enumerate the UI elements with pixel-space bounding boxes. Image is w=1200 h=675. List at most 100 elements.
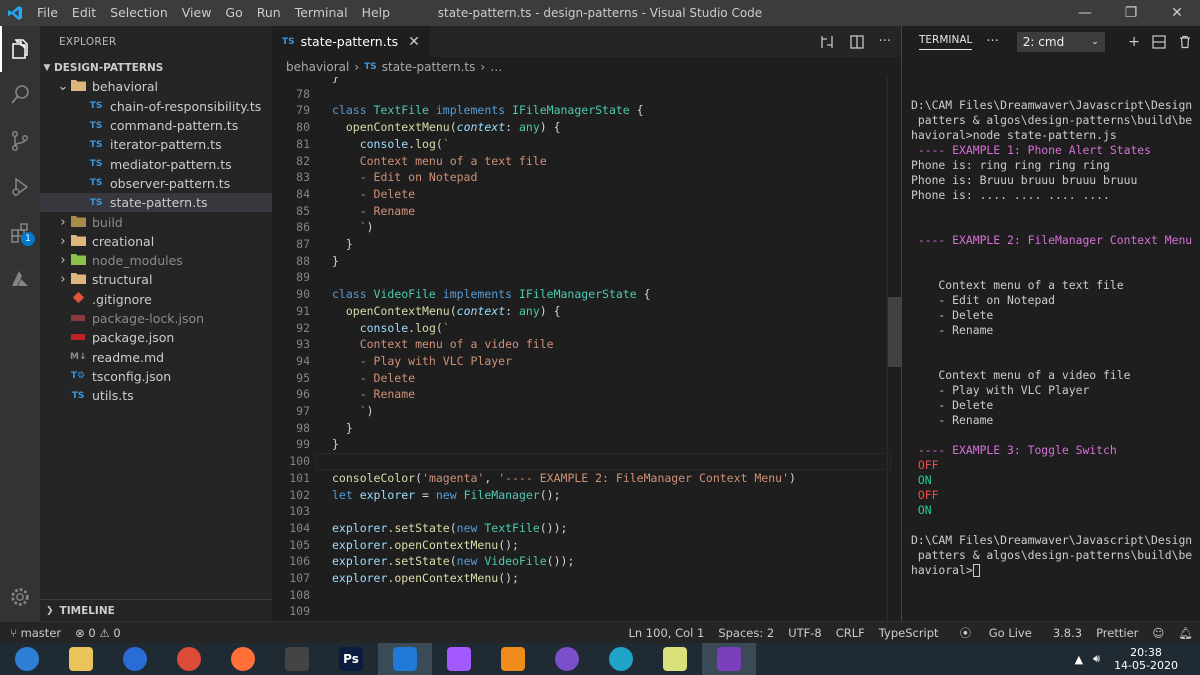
more-panels-icon[interactable]: ··· — [986, 34, 998, 49]
tab-state-pattern[interactable]: TS state-pattern.ts ✕ — [272, 26, 430, 57]
trash-icon[interactable] — [1178, 35, 1192, 49]
taskbar-tor-browser[interactable] — [540, 643, 594, 675]
indentation[interactable]: Spaces: 2 — [711, 626, 781, 640]
taskbar-sublime[interactable] — [486, 643, 540, 675]
close-tab-icon[interactable]: ✕ — [408, 34, 420, 50]
tree-item-label: iterator-pattern.ts — [110, 137, 222, 153]
tree-item[interactable]: TS iterator-pattern.ts — [40, 135, 272, 154]
split-terminal-icon[interactable] — [1152, 34, 1166, 49]
taskbar-figma[interactable] — [432, 643, 486, 675]
menu-go[interactable]: Go — [218, 0, 249, 26]
language-mode[interactable]: TypeScript — [872, 626, 946, 640]
taskbar-firefox-developer[interactable] — [108, 643, 162, 675]
manage-activity[interactable] — [0, 577, 40, 617]
tree-item[interactable]: TS command-pattern.ts — [40, 116, 272, 135]
code-token: 'magenta' — [422, 470, 485, 485]
code-line: - Delete — [332, 186, 415, 203]
ts-version[interactable]: 3.8.3 — [1046, 626, 1089, 640]
timeline-label: TIMELINE — [59, 604, 115, 617]
taskbar-sticky-notes[interactable] — [648, 643, 702, 675]
taskbar-start[interactable] — [0, 643, 54, 675]
new-terminal-icon[interactable]: + — [1128, 34, 1140, 50]
more-actions-icon[interactable]: ··· — [879, 34, 891, 49]
taskbar-visual-studio[interactable] — [702, 643, 756, 675]
line-number: 85 — [296, 203, 310, 218]
menu-edit[interactable]: Edit — [65, 0, 103, 26]
code-token: ( — [435, 136, 443, 151]
scrollbar-thumb[interactable] — [888, 297, 901, 367]
tab-terminal[interactable]: TERMINAL — [919, 34, 973, 50]
taskbar-edge[interactable] — [594, 643, 648, 675]
tree-item[interactable]: › structural — [40, 270, 272, 289]
taskbar-photoshop[interactable]: Ps — [324, 643, 378, 675]
tree-item[interactable]: .gitignore — [40, 290, 272, 309]
terminal-line: OFF — [911, 458, 1199, 473]
taskbar-chrome[interactable] — [162, 643, 216, 675]
tree-item[interactable]: T⚙ tsconfig.json — [40, 367, 272, 386]
volume-icon[interactable]: 🔊︎ — [1093, 652, 1100, 666]
tree-item[interactable]: TS chain-of-responsibility.ts — [40, 97, 272, 116]
warning-count: 0 — [113, 625, 121, 640]
notifications-icon[interactable]: 🔔︎ — [1171, 626, 1200, 640]
source-control-activity[interactable] — [0, 118, 40, 164]
menu-run[interactable]: Run — [250, 0, 288, 26]
tree-item[interactable]: TS state-pattern.ts — [40, 193, 272, 213]
menu-terminal[interactable]: Terminal — [288, 0, 355, 26]
tree-item[interactable]: package.json — [40, 328, 272, 347]
terminal-text: ---- EXAMPLE 1: Phone Alert States — [911, 143, 1152, 157]
problems-indicator[interactable]: ⊗ 0 ⚠ 0 — [75, 626, 121, 640]
encoding[interactable]: UTF-8 — [781, 626, 829, 640]
editor-scrollbar[interactable] — [887, 77, 901, 621]
tree-item[interactable]: TS observer-pattern.ts — [40, 174, 272, 193]
terminal-selector[interactable]: 2: cmd ⌄ — [1016, 31, 1105, 52]
tree-item[interactable]: ⌄ behavioral — [40, 77, 272, 96]
tree-item[interactable]: › creational — [40, 232, 272, 251]
taskbar-vscode[interactable] — [378, 643, 432, 675]
minimize-icon[interactable]: — — [1062, 0, 1108, 26]
tree-item[interactable]: › node_modules — [40, 251, 272, 270]
code-editor[interactable]: } 78 79 class TextFile implements IFileMana… — [272, 77, 901, 621]
run-debug-activity[interactable] — [0, 164, 40, 210]
split-editor-icon[interactable] — [849, 34, 865, 50]
taskbar-firefox[interactable] — [216, 643, 270, 675]
close-icon[interactable]: ✕ — [1154, 0, 1200, 26]
terminal-output[interactable]: D:\CAM Files\Dreamwaver\Javascript\Desig… — [911, 83, 1199, 578]
taskbar-inkscape[interactable] — [270, 643, 324, 675]
menu-selection[interactable]: Selection — [103, 0, 175, 26]
breadcrumb-file[interactable]: state-pattern.ts — [382, 60, 476, 74]
azure-activity[interactable] — [0, 256, 40, 302]
menu-view[interactable]: View — [175, 0, 219, 26]
tree-item[interactable]: TS utils.ts — [40, 386, 272, 405]
menu-help[interactable]: Help — [355, 0, 398, 26]
breadcrumb-symbol[interactable]: … — [490, 60, 502, 74]
timeline-section[interactable]: ❯ TIMELINE — [40, 599, 272, 621]
tree-item[interactable]: › build — [40, 212, 272, 231]
search-activity[interactable] — [0, 72, 40, 118]
tree-item[interactable]: TS mediator-pattern.ts — [40, 154, 272, 173]
prettier-status[interactable]: Prettier — [1089, 626, 1145, 640]
tray-up-arrow-icon[interactable]: ▲ — [1075, 653, 1083, 666]
menu-file[interactable]: File — [30, 0, 65, 26]
workspace-root[interactable]: ▼ DESIGN-PATTERNS — [40, 58, 272, 77]
clock[interactable]: 20:38 14-05-2020 — [1114, 646, 1178, 672]
open-changes-icon[interactable] — [819, 34, 835, 50]
code-token: VideoFile — [484, 554, 547, 569]
feedback-icon[interactable]: ☺ — [1145, 626, 1171, 640]
go-live-button[interactable]: ⦿ Go Live — [946, 625, 1046, 641]
explorer-activity[interactable] — [0, 26, 40, 72]
end-of-line[interactable]: CRLF — [829, 626, 872, 640]
cursor-position[interactable]: Ln 100, Col 1 — [621, 626, 711, 640]
taskbar-file-explorer[interactable] — [54, 643, 108, 675]
breadcrumb-folder[interactable]: behavioral — [286, 60, 349, 74]
restore-icon[interactable]: ❐ — [1108, 0, 1154, 26]
extensions-activity[interactable]: 1 — [0, 210, 40, 256]
tree-item[interactable]: M↓ readme.md — [40, 347, 272, 366]
terminal-line: ---- EXAMPLE 1: Phone Alert States — [911, 143, 1199, 158]
tree-item-label: observer-pattern.ts — [110, 175, 231, 191]
branch-indicator[interactable]: ⑂ master — [10, 626, 61, 640]
tree-item-label: .gitignore — [92, 291, 152, 307]
tree-item[interactable]: package-lock.json — [40, 309, 272, 328]
tree-item-label: node_modules — [92, 253, 183, 269]
